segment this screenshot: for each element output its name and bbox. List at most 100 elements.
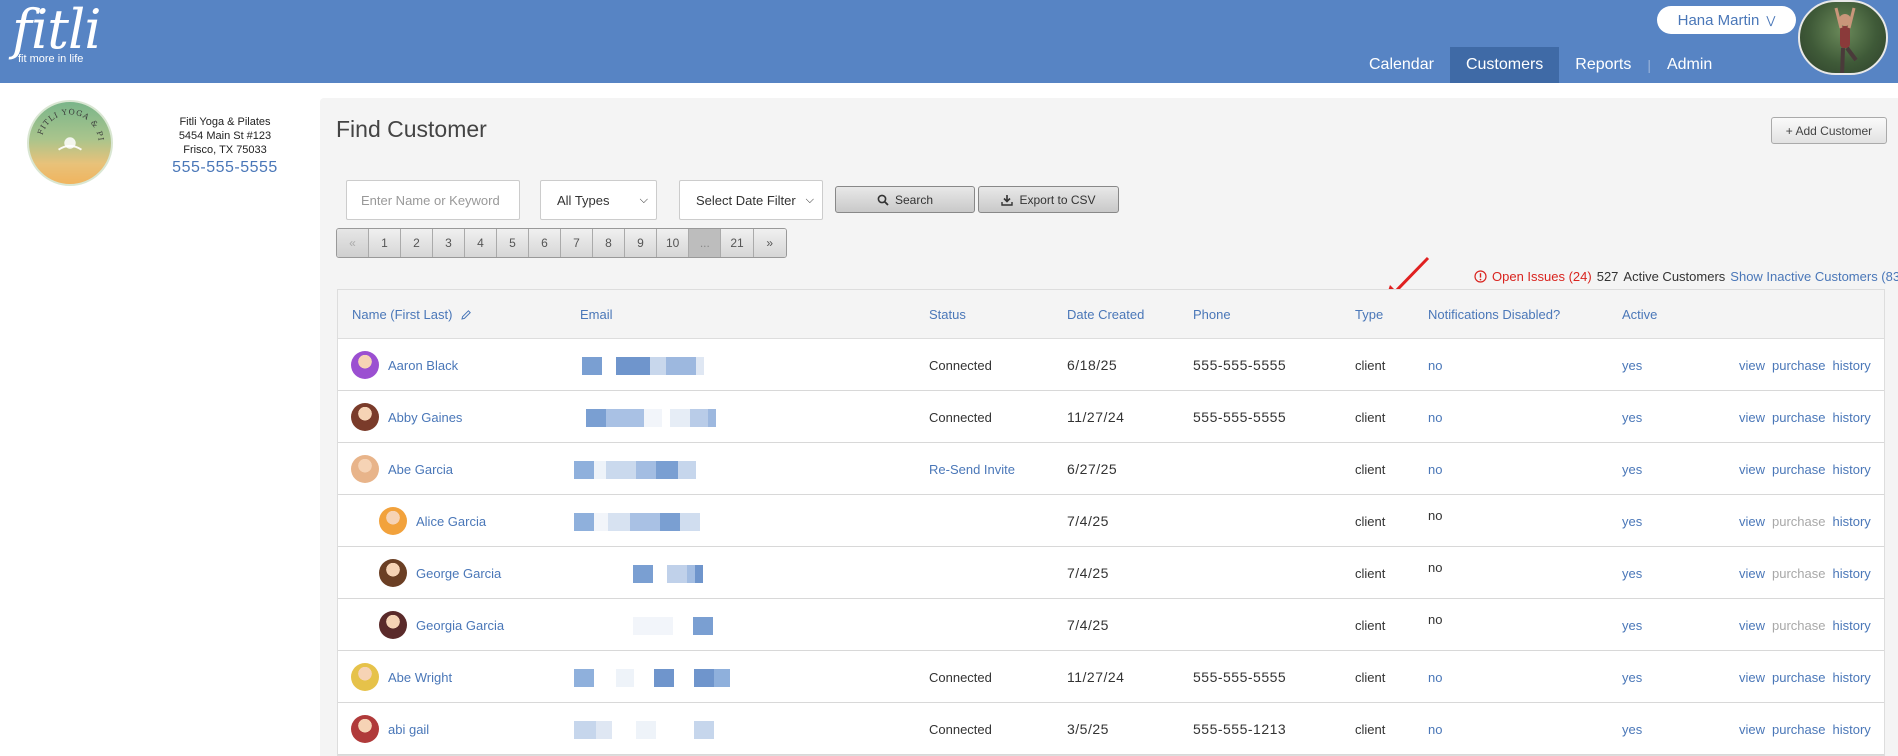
pager-page[interactable]: 8	[593, 229, 625, 257]
customer-name-link[interactable]: George Garcia	[416, 566, 501, 581]
customer-name-cell: George Garcia	[379, 547, 501, 599]
nav-customers[interactable]: Customers	[1449, 47, 1560, 83]
studio-address-line2: Frisco, TX 75033	[183, 144, 267, 156]
col-phone[interactable]: Phone	[1193, 290, 1231, 339]
active-cell[interactable]: yes	[1622, 547, 1642, 599]
active-cell[interactable]: yes	[1622, 599, 1642, 651]
view-link[interactable]: view	[1739, 670, 1765, 685]
customer-name-link[interactable]: Alice Garcia	[416, 514, 486, 529]
nav-calendar[interactable]: Calendar	[1353, 47, 1450, 83]
customer-name-link[interactable]: Abby Gaines	[388, 410, 462, 425]
export-csv-button[interactable]: Export to CSV	[978, 186, 1119, 213]
history-link[interactable]: history	[1833, 722, 1871, 737]
view-link[interactable]: view	[1739, 566, 1765, 581]
pager-page[interactable]: 10	[657, 229, 690, 257]
view-link[interactable]: view	[1739, 618, 1765, 633]
active-cell[interactable]: yes	[1622, 391, 1642, 443]
customer-name-cell: Aaron Black	[351, 339, 458, 391]
pager-page[interactable]: 9	[625, 229, 657, 257]
date-created-cell: 7/4/25	[1067, 617, 1109, 633]
purchase-link[interactable]: purchase	[1772, 462, 1825, 477]
customer-name-link[interactable]: abi gail	[388, 722, 429, 737]
user-avatar[interactable]	[1798, 0, 1888, 75]
history-link[interactable]: history	[1833, 514, 1871, 529]
history-link[interactable]: history	[1833, 358, 1871, 373]
view-link[interactable]: view	[1739, 410, 1765, 425]
view-link[interactable]: view	[1739, 462, 1765, 477]
history-link[interactable]: history	[1833, 670, 1871, 685]
pager-page[interactable]: 6	[529, 229, 561, 257]
view-link[interactable]: view	[1739, 514, 1765, 529]
search-input[interactable]: Enter Name or Keyword	[346, 180, 520, 220]
col-notifications-disabled[interactable]: Notifications Disabled?	[1428, 290, 1560, 339]
user-menu-button[interactable]: Hana Martin ⋁	[1657, 6, 1796, 34]
history-link[interactable]: history	[1833, 618, 1871, 633]
type-cell: client	[1355, 669, 1386, 685]
col-status[interactable]: Status	[929, 290, 966, 339]
pager-page[interactable]: 4	[465, 229, 497, 257]
active-cell[interactable]: yes	[1622, 703, 1642, 755]
notifications-cell[interactable]: no	[1428, 339, 1442, 391]
show-inactive-link[interactable]: Show Inactive Customers (83)	[1730, 269, 1898, 284]
active-cell[interactable]: yes	[1622, 651, 1642, 703]
export-button-label: Export to CSV	[1019, 192, 1096, 207]
nav-admin[interactable]: Admin	[1651, 47, 1728, 83]
redaction-block	[630, 513, 660, 531]
customer-name-link[interactable]: Aaron Black	[388, 358, 458, 373]
redaction-block	[633, 617, 673, 635]
pager-prev[interactable]: «	[337, 229, 369, 257]
purchase-link[interactable]: purchase	[1772, 410, 1825, 425]
row-actions: view purchase history	[1739, 339, 1871, 391]
table-row: Aaron Black Connected 6/18/25 555-555-5555 c…	[338, 339, 1884, 391]
search-button[interactable]: Search	[835, 186, 975, 213]
pager-page[interactable]: 1	[369, 229, 401, 257]
col-active[interactable]: Active	[1622, 290, 1657, 339]
history-link[interactable]: history	[1833, 462, 1871, 477]
pager-page[interactable]: 3	[433, 229, 465, 257]
alert-circle-icon	[1474, 270, 1487, 283]
pager-next[interactable]: »	[753, 229, 786, 257]
nav-reports[interactable]: Reports	[1559, 47, 1647, 83]
search-button-label: Search	[894, 192, 934, 207]
active-cell[interactable]: yes	[1622, 443, 1642, 495]
fitli-logo[interactable]: fitli fit more in life	[12, 3, 101, 66]
customer-name-link[interactable]: Georgia Garcia	[416, 618, 504, 633]
customer-name-cell: Abe Garcia	[351, 443, 453, 495]
purchase-link[interactable]: purchase	[1772, 670, 1825, 685]
type-select[interactable]: All Types ⌵	[540, 180, 657, 220]
purchase-link[interactable]: purchase	[1772, 722, 1825, 737]
studio-phone[interactable]: 555-555-5555	[150, 160, 300, 176]
history-link[interactable]: history	[1833, 566, 1871, 581]
notifications-cell[interactable]: no	[1428, 443, 1442, 495]
purchase-link[interactable]: purchase	[1772, 358, 1825, 373]
customer-name-link[interactable]: Abe Wright	[388, 670, 452, 685]
pager-page[interactable]: 2	[401, 229, 433, 257]
date-filter-value: Select Date Filter	[696, 192, 796, 208]
view-link[interactable]: view	[1739, 722, 1765, 737]
pager-page[interactable]: 5	[497, 229, 529, 257]
col-type[interactable]: Type	[1355, 290, 1383, 339]
redaction-block	[678, 461, 696, 479]
pager-page[interactable]: 7	[561, 229, 593, 257]
open-issues-link[interactable]: Open Issues (24)	[1492, 269, 1592, 284]
view-link[interactable]: view	[1739, 358, 1765, 373]
col-name[interactable]: Name (First Last)	[352, 290, 472, 339]
row-actions: view purchase history	[1739, 547, 1871, 599]
col-date-created[interactable]: Date Created	[1067, 290, 1144, 339]
add-customer-button[interactable]: + Add Customer	[1771, 117, 1887, 144]
active-cell[interactable]: yes	[1622, 339, 1642, 391]
date-filter-select[interactable]: Select Date Filter ⌵	[679, 180, 823, 220]
redaction-block	[670, 409, 690, 427]
notifications-cell[interactable]: no	[1428, 391, 1442, 443]
purchase-link: purchase	[1772, 565, 1826, 581]
notifications-cell[interactable]: no	[1428, 651, 1442, 703]
customer-name-link[interactable]: Abe Garcia	[388, 462, 453, 477]
pager-page-last[interactable]: 21	[721, 229, 754, 257]
date-created-cell: 7/4/25	[1067, 513, 1109, 529]
edit-pencil-icon[interactable]	[460, 309, 472, 321]
notifications-cell[interactable]: no	[1428, 703, 1442, 755]
status-cell[interactable]: Re-Send Invite	[929, 443, 1015, 495]
col-email[interactable]: Email	[580, 290, 613, 339]
active-cell[interactable]: yes	[1622, 495, 1642, 547]
history-link[interactable]: history	[1833, 410, 1871, 425]
